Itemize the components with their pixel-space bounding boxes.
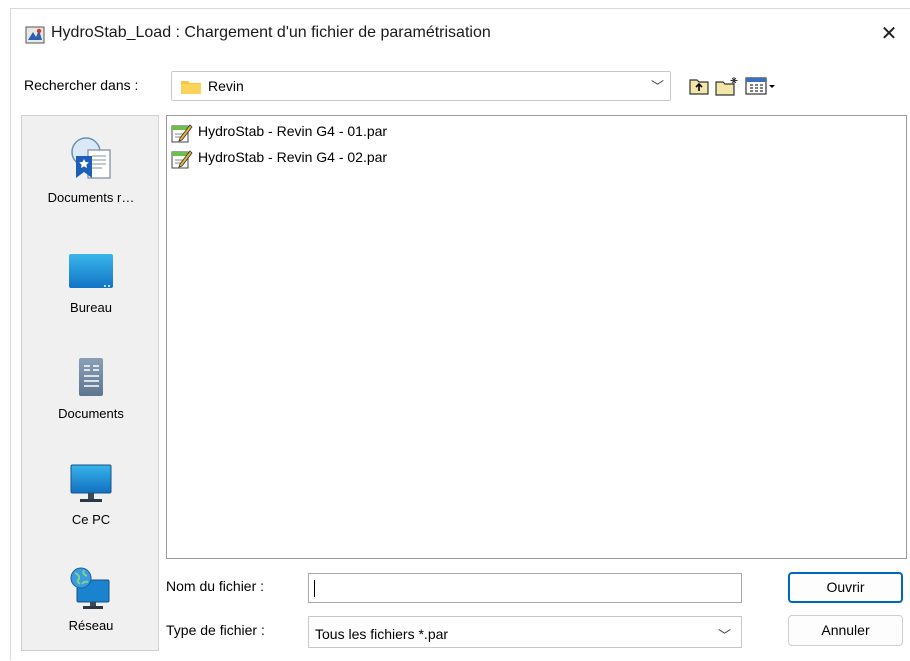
- place-recent-documents[interactable]: Documents r…: [22, 134, 160, 229]
- place-label: Bureau: [70, 300, 112, 315]
- view-menu-icon[interactable]: [744, 75, 778, 97]
- filetype-label: Type de fichier :: [166, 622, 265, 638]
- place-label: Ce PC: [71, 512, 111, 527]
- network-icon: [70, 567, 110, 609]
- window-title: HydroStab_Load : Chargement d'un fichier…: [51, 24, 491, 41]
- par-file-icon: [171, 150, 193, 169]
- place-label: Documents: [58, 406, 124, 421]
- place-documents[interactable]: Documents: [22, 356, 160, 451]
- place-label: Documents r…: [47, 190, 135, 205]
- chevron-down-icon: ﹀: [650, 79, 664, 94]
- lookin-dropdown[interactable]: Revin ﹀: [171, 71, 671, 101]
- close-icon[interactable]: ✕: [874, 19, 904, 49]
- places-bar: Documents r… Bureau Documents Ce PC Rése…: [21, 115, 159, 651]
- desktop-icon: [69, 254, 113, 288]
- file-name: HydroStab - Revin G4 - 01.par: [198, 123, 388, 139]
- filename-label: Nom du fichier :: [166, 578, 265, 594]
- open-button[interactable]: Ouvrir: [788, 572, 903, 603]
- lookin-value: Revin: [208, 78, 244, 94]
- text-caret: [314, 580, 315, 597]
- place-desktop[interactable]: Bureau: [22, 250, 160, 345]
- hydrostab-app-icon: [25, 26, 45, 44]
- lookin-label: Rechercher dans :: [24, 77, 139, 93]
- new-folder-icon[interactable]: [714, 75, 740, 97]
- open-file-dialog: HydroStab_Load : Chargement d'un fichier…: [10, 8, 910, 660]
- file-name: HydroStab - Revin G4 - 02.par: [198, 149, 388, 165]
- par-file-icon: [171, 124, 193, 143]
- folder-up-icon[interactable]: [688, 75, 710, 97]
- file-list[interactable]: HydroStab - Revin G4 - 01.par HydroStab …: [166, 115, 907, 559]
- filename-input[interactable]: [308, 573, 742, 603]
- recent-documents-icon: [71, 137, 111, 179]
- computer-icon: [70, 464, 112, 502]
- place-label: Réseau: [68, 618, 114, 633]
- filetype-value: Tous les fichiers *.par: [315, 626, 449, 642]
- chevron-down-icon: ﹀: [717, 628, 731, 643]
- folder-icon: [181, 81, 201, 94]
- filetype-dropdown[interactable]: Tous les fichiers *.par ﹀: [308, 616, 742, 648]
- documents-icon: [79, 358, 103, 396]
- place-network[interactable]: Réseau: [22, 566, 160, 661]
- place-this-pc[interactable]: Ce PC: [22, 462, 160, 557]
- title-bar[interactable]: HydroStab_Load : Chargement d'un fichier…: [11, 9, 910, 59]
- cancel-button[interactable]: Annuler: [788, 615, 903, 646]
